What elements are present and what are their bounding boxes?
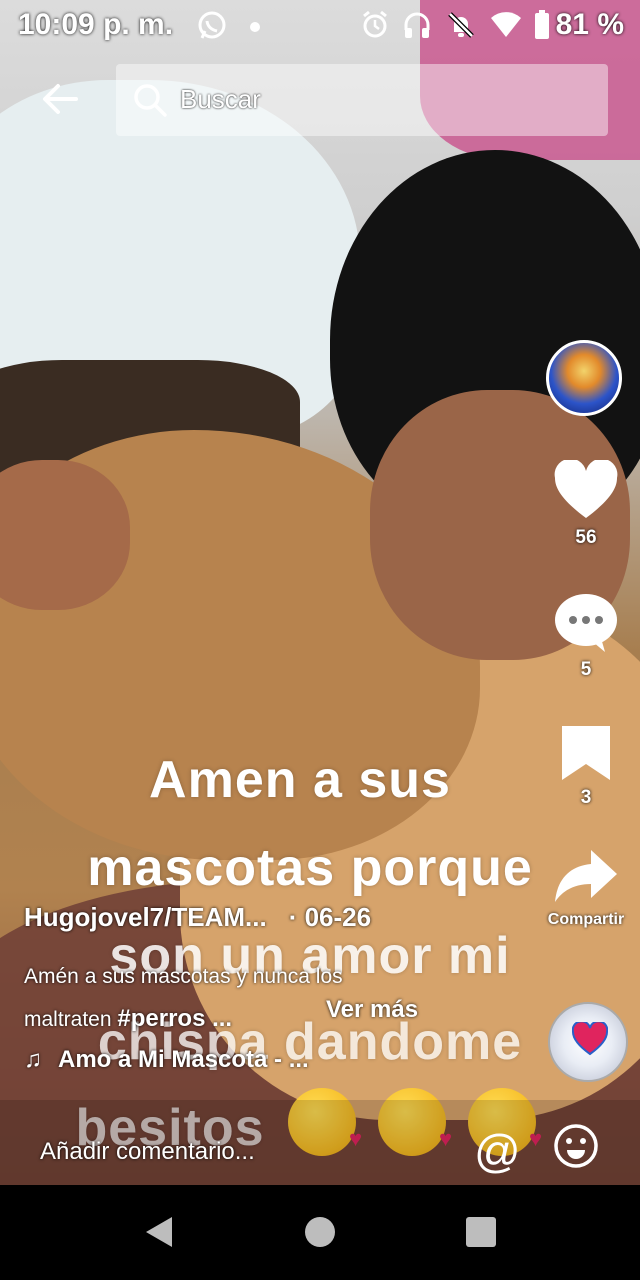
mention-icon[interactable]: @: [474, 1124, 521, 1178]
share-label: Compartir: [547, 911, 625, 928]
comment-button[interactable]: 5: [546, 592, 626, 681]
nav-recents-icon[interactable]: [466, 1217, 496, 1247]
share-button[interactable]: Compartir: [526, 846, 640, 929]
music-title: Amo a Mi Mascota - ...: [58, 1046, 309, 1073]
battery-percentage: 81 %: [555, 8, 624, 41]
bookmark-icon: [562, 726, 610, 780]
caption-text: maltraten: [24, 1008, 118, 1031]
creator-avatar[interactable]: [546, 340, 622, 416]
like-button[interactable]: 56: [546, 458, 626, 549]
headset-icon: [402, 10, 432, 48]
system-navigation-bar: [0, 1185, 640, 1280]
hashtag-link[interactable]: #perros ...: [117, 1005, 232, 1032]
bookmark-button[interactable]: 3: [546, 724, 626, 809]
music-disc-button[interactable]: [548, 1002, 628, 1082]
nav-back-icon[interactable]: [144, 1215, 174, 1254]
search-placeholder: Buscar: [180, 84, 261, 114]
battery-icon: [534, 10, 550, 48]
see-more-link[interactable]: Ver más: [326, 996, 418, 1024]
heart-logo-icon: [571, 1020, 609, 1061]
author-row[interactable]: Hugojovel7/TEAM... · 06-26: [24, 902, 371, 933]
arrow-left-icon: [43, 84, 78, 114]
back-button[interactable]: [36, 74, 86, 124]
like-count: 56: [575, 527, 597, 548]
whatsapp-icon: [196, 10, 228, 50]
video-overlay-text: Amen a sus: [149, 751, 451, 809]
comment-bubble-icon: [555, 594, 617, 652]
author-name[interactable]: Hugojovel7/TEAM...: [24, 902, 267, 932]
caption-line: Amén a sus mascotas y nunca los: [24, 965, 343, 988]
alarm-icon: [360, 10, 390, 48]
heart-icon: [554, 458, 618, 518]
share-arrow-icon: [555, 850, 617, 902]
status-time: 10:09 p. m.: [18, 8, 174, 41]
nav-home-icon[interactable]: [305, 1217, 335, 1247]
comment-bar: Añadir comentario... @: [0, 1100, 640, 1185]
bookmark-count: 3: [580, 787, 592, 808]
search-icon: [132, 82, 168, 123]
emoji-icon[interactable]: [552, 1122, 600, 1175]
hand-figure: [0, 460, 130, 610]
search-input[interactable]: Buscar: [116, 64, 608, 136]
comment-count: 5: [580, 659, 592, 680]
comment-input[interactable]: Añadir comentario...: [40, 1138, 255, 1166]
music-row[interactable]: ♫ Amo a Mi Mascota - ...: [24, 1046, 309, 1074]
notification-dot-icon: [250, 22, 260, 32]
music-note-icon: ♫: [24, 1046, 42, 1073]
wifi-icon: [490, 10, 522, 48]
status-bar: 10:09 p. m. 81 %: [0, 0, 640, 52]
post-date: · 06-26: [288, 902, 372, 932]
bell-off-icon: [446, 10, 476, 48]
